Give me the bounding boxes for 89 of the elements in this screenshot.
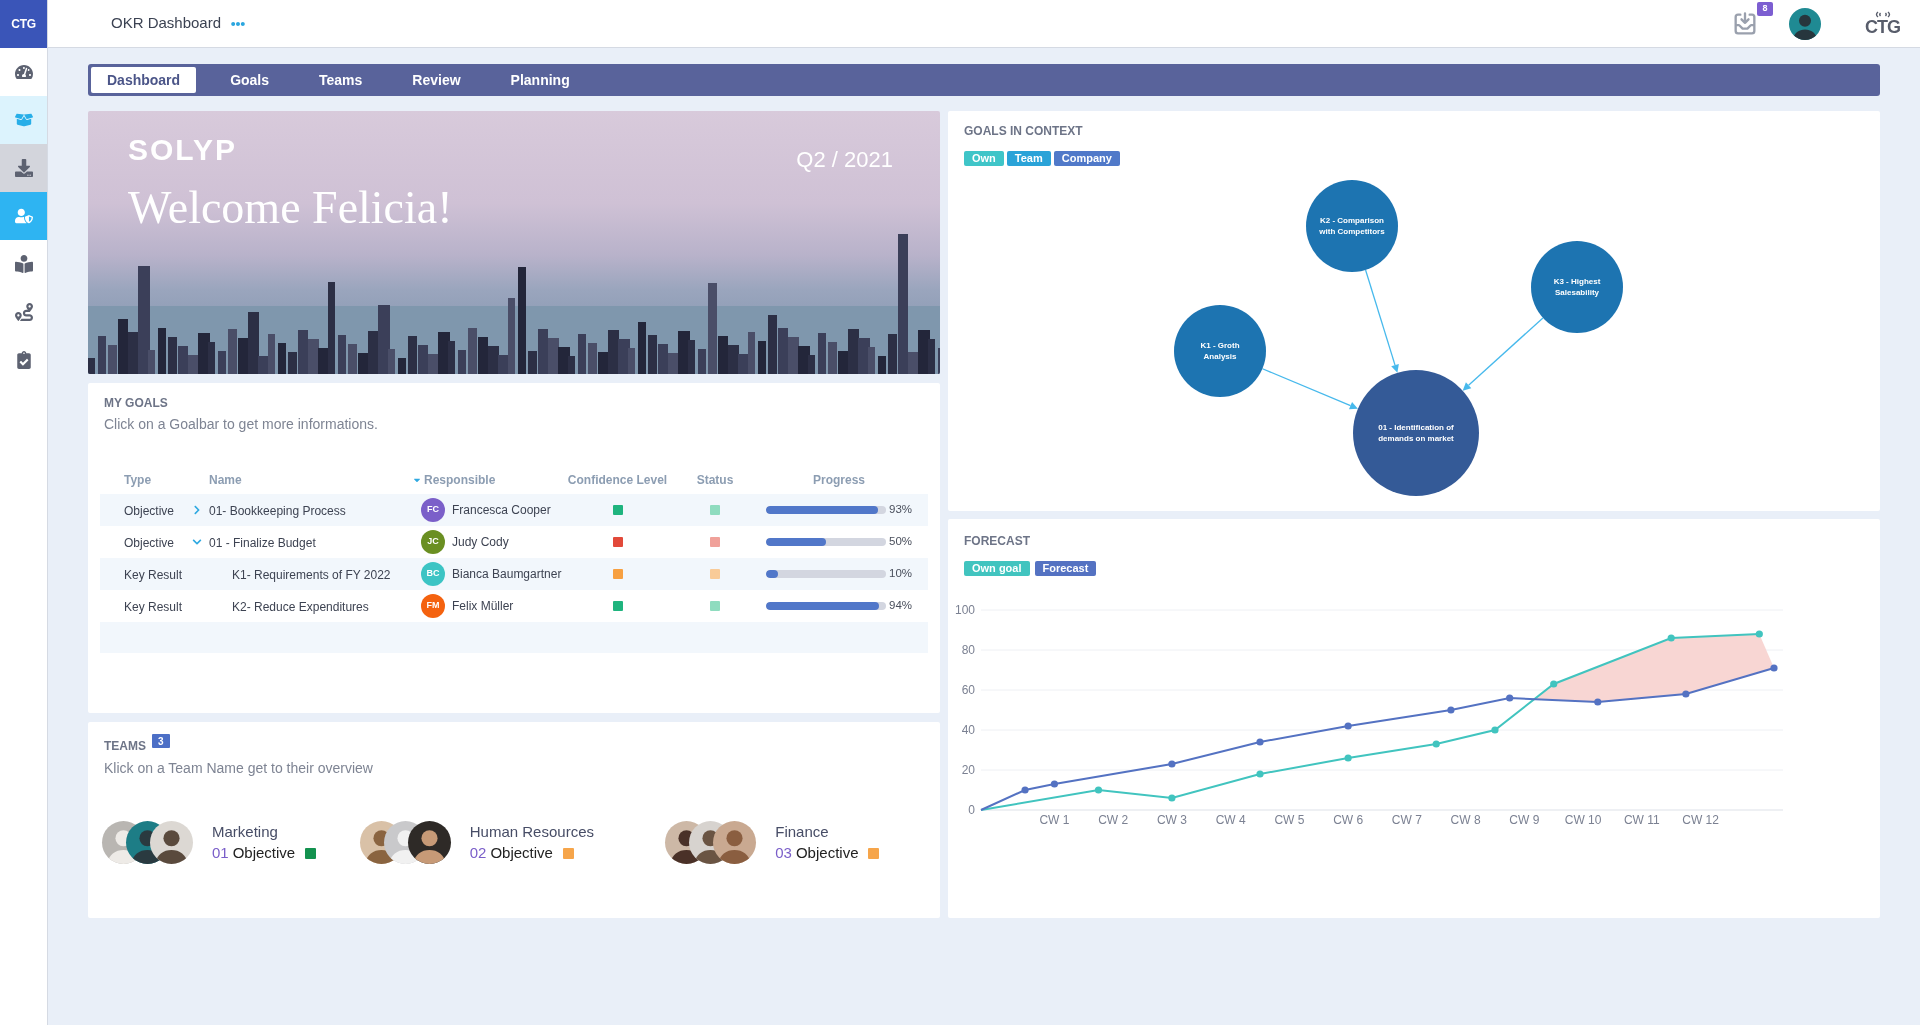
initials-avatar: BC [421,562,445,586]
axis-tick-label: 20 [961,763,975,777]
section-subtitle: Click on a Goalbar to get more informations. [103,415,379,434]
brand-logo: SOLYP [128,135,238,165]
chevron-down-icon[interactable] [191,537,202,547]
open-box-icon [14,111,33,129]
axis-tick-label: CW 8 [1450,813,1481,827]
axis-tick-label: CW 4 [1215,813,1246,827]
section-title: TEAMS [104,738,146,754]
axis-tick-label: 0 [968,803,975,817]
progress-value: 10% [889,566,913,582]
table-cell-text: Francesca Cooper [452,502,551,519]
axis-tick-label: CW 11 [1623,813,1660,827]
filter-chip[interactable]: Team [1006,151,1051,166]
progress-value: 94% [889,598,913,614]
section-title: GOALS IN CONTEXT [964,123,1084,139]
avatar-icon [150,821,193,864]
axis-tick-label: CW 2 [1098,813,1129,827]
goal-node[interactable]: K1 - Groth Analysis [1174,305,1266,397]
count-badge: 3 [152,734,170,748]
table-cell: Objective [124,536,175,550]
axis-tick-label: CW 1 [1039,813,1070,827]
gauge-icon [14,63,33,81]
team-name[interactable]: Human Resources [469,822,594,842]
notification-badge: 8 [1757,1,1773,16]
avatar-icon [713,821,757,864]
tab[interactable]: Teams [303,67,379,93]
axis-tick-label: CW 3 [1156,813,1187,827]
table-cell: Objective [124,504,175,518]
table-cell: 01- Bookkeeping Process [209,504,346,518]
legend-chip[interactable]: Forecast [1034,561,1097,576]
tab[interactable]: Dashboard [91,67,197,93]
axis-tick-label: 100 [954,603,975,617]
table-cell-text: Felix Müller [452,598,514,615]
axis-tick-label: CW 9 [1509,813,1540,827]
initials-avatar: FC [421,498,445,522]
table-cell: K1- Requirements of FY 2022 [232,568,391,582]
objective-count: 03 [775,843,792,863]
tab[interactable]: Review [396,67,477,93]
filter-chip[interactable]: Company [1053,151,1120,166]
goal-node[interactable]: 01 - Identification of demands on market [1353,370,1479,496]
goal-node[interactable]: K3 - Highest Salesability [1531,241,1623,333]
section-title: FORECAST [964,533,1031,549]
avatar-icon [407,821,451,864]
reading-person-icon [14,255,33,273]
objective-label: Objective [795,843,859,863]
app-logo[interactable]: CTG [0,0,47,48]
axis-tick-label: CW 10 [1564,813,1602,827]
tab[interactable]: Goals [214,67,286,93]
progress-value: 50% [889,534,913,550]
tab[interactable]: Planning [494,67,586,93]
section-title: MY GOALS [103,395,169,411]
initials-avatar: FM [421,594,445,618]
table-cell: 01 - Finalize Budget [209,536,316,550]
axis-tick-label: CW 12 [1682,813,1719,827]
objective-count: 01 [212,843,229,863]
axis-tick-label: 60 [961,683,975,697]
table-cell: K2- Reduce Expenditures [232,600,369,614]
period-label: Q2 / 2021 [796,146,893,174]
goal-node[interactable]: K2 - Comparison with Competitors [1306,180,1398,272]
axis-tick-label: 40 [961,723,975,737]
chevron-right-icon[interactable] [191,505,202,515]
user-shield-icon [14,207,33,225]
axis-tick-label: CW 7 [1391,813,1422,827]
objective-label: Objective [490,843,553,863]
nav-item[interactable] [0,144,47,192]
table-row[interactable]: Key Result K1- Requirements of FY 2022 BC Bianca Baumgartner 10% [100,558,928,590]
welcome-heading: Welcome Felicia! [128,185,453,231]
download-tray-icon [14,159,33,177]
table-cell-text: Judy Cody [452,534,509,551]
route-icon [14,303,33,321]
initials-avatar: JC [421,530,445,554]
user-avatar-icon [1789,7,1821,40]
table-cell-text: Bianca Baumgartner [452,566,562,583]
objective-label: Objective [232,843,296,863]
table-cell: Key Result [124,568,183,582]
table-cell: Key Result [124,600,183,614]
section-subtitle: Klick on a Team Name get to their overview [103,759,374,778]
clipboard-check-icon [14,351,33,369]
page-title: OKR Dashboard [111,13,222,34]
axis-tick-label: 80 [961,643,975,657]
table-row[interactable]: Objective 01- Bookkeeping Process FC Francesca Cooper 93% [100,494,928,526]
team-name[interactable]: Marketing [212,822,317,842]
axis-tick-label: CW 6 [1333,813,1364,827]
team-name[interactable]: Finance [775,822,880,842]
axis-tick-label: CW 5 [1274,813,1305,827]
progress-value: 93% [889,502,913,518]
objective-count: 02 [469,843,487,863]
brand-logo: CTG [1865,18,1900,36]
